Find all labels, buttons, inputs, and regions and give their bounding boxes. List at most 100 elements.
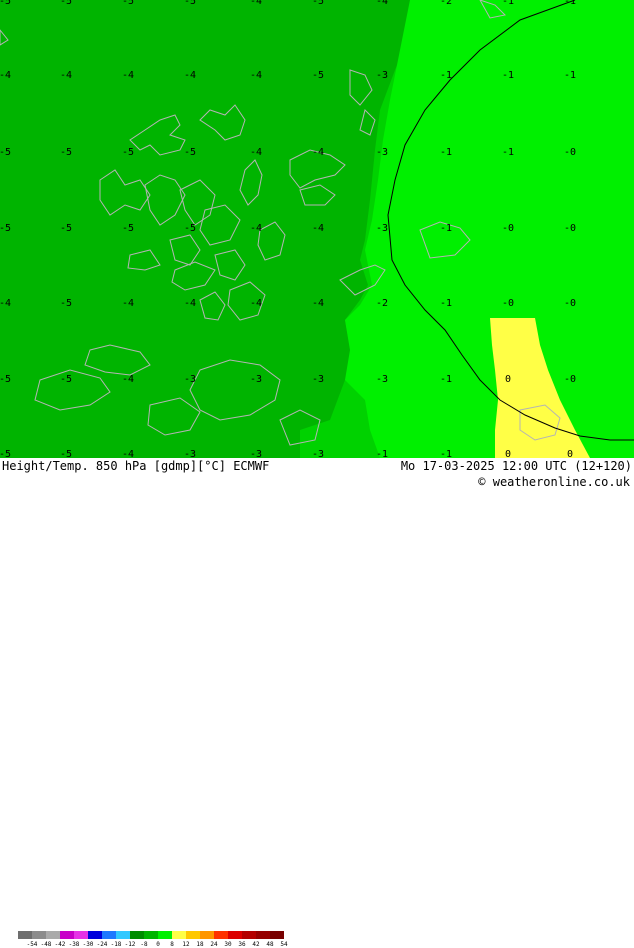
temperature-label: -3	[375, 374, 389, 385]
temperature-label: -4	[249, 223, 263, 234]
temperature-label: -2	[439, 0, 453, 7]
legend-swatch	[88, 931, 102, 939]
legend-swatch	[158, 931, 172, 939]
legend-tick: -54	[26, 941, 38, 948]
temperature-label: -4	[121, 70, 135, 81]
temperature-label: -1	[563, 0, 577, 7]
map-title: Height/Temp. 850 hPa [gdmp][°C] ECMWF	[2, 459, 270, 473]
legend-tick: -30	[82, 941, 94, 948]
temperature-label: -0	[501, 298, 515, 309]
temperature-label: -5	[59, 0, 73, 7]
legend-tick: 8	[170, 941, 174, 948]
temperature-label: -5	[59, 147, 73, 158]
legend-tick: 24	[210, 941, 218, 948]
temperature-label: -1	[439, 223, 453, 234]
legend-swatch	[186, 931, 200, 939]
temperature-label: -5	[0, 0, 12, 7]
temperature-label: -1	[501, 70, 515, 81]
temperature-label: -3	[375, 147, 389, 158]
temperature-label: -0	[563, 147, 577, 158]
temperature-label: -1	[439, 298, 453, 309]
temperature-label: -3	[249, 449, 263, 459]
temperature-label: -3	[311, 374, 325, 385]
temperature-label: -5	[121, 147, 135, 158]
legend-swatch	[130, 931, 144, 939]
temperature-label: -5	[121, 0, 135, 7]
temperature-label: -5	[0, 223, 12, 234]
temperature-label: -4	[249, 147, 263, 158]
temperature-label: -3	[375, 70, 389, 81]
legend-swatch	[18, 931, 32, 939]
temperature-label: -4	[0, 298, 12, 309]
temperature-label: -1	[375, 449, 389, 459]
temperature-label: -5	[183, 147, 197, 158]
weather-map: -5 -5 -5 -5 -4 -5 -4 -2 -1 -1 -4 -4 -4 -4 -4 -5 -3 -1 -1 -1…	[0, 0, 634, 458]
temperature-label: -0	[563, 223, 577, 234]
temperature-label: -5	[0, 449, 12, 459]
color-scale-legend	[18, 931, 284, 939]
legend-swatch	[270, 931, 284, 939]
map-datetime: Mo 17-03-2025 12:00 UTC (12+120)	[400, 459, 632, 473]
temperature-label: -4	[375, 0, 389, 7]
legend-tick: 48	[266, 941, 274, 948]
temperature-label: -4	[121, 374, 135, 385]
temperature-label: -1	[501, 0, 515, 7]
temperature-label: -5	[183, 0, 197, 7]
legend-swatch	[200, 931, 214, 939]
temperature-label: -1	[439, 70, 453, 81]
temperature-label: -3	[183, 449, 197, 459]
temperature-label: -5	[59, 223, 73, 234]
legend-tick: 12	[182, 941, 190, 948]
legend-tick: -42	[54, 941, 66, 948]
legend-tick: -24	[96, 941, 108, 948]
legend-swatch	[74, 931, 88, 939]
temperature-label: -4	[121, 298, 135, 309]
temperature-label: -4	[59, 70, 73, 81]
temperature-label: -3	[375, 223, 389, 234]
temperature-label: -5	[121, 223, 135, 234]
map-footer: Height/Temp. 850 hPa [gdmp][°C] ECMWF Mo…	[0, 458, 634, 948]
legend-swatch	[144, 931, 158, 939]
temperature-label: -0	[563, 298, 577, 309]
temperature-label: -4	[311, 147, 325, 158]
temperature-label: 0	[504, 374, 512, 385]
temperature-label: -4	[249, 70, 263, 81]
legend-swatch	[60, 931, 74, 939]
temperature-label: -5	[311, 70, 325, 81]
temperature-label: -4	[249, 0, 263, 7]
temperature-label: -5	[0, 147, 12, 158]
temperature-label: -0	[563, 374, 577, 385]
temperature-label: -1	[439, 374, 453, 385]
temperature-label: -5	[183, 223, 197, 234]
temperature-label: -1	[439, 449, 453, 459]
legend-swatch	[116, 931, 130, 939]
legend-swatch	[46, 931, 60, 939]
temperature-label: -5	[311, 0, 325, 7]
temperature-label: -4	[183, 70, 197, 81]
legend-tick: -48	[40, 941, 52, 948]
legend-tick: -12	[124, 941, 136, 948]
temperature-label: -5	[59, 374, 73, 385]
credit-text[interactable]: © weatheronline.co.uk	[478, 475, 630, 489]
legend-swatch	[32, 931, 46, 939]
legend-swatch	[214, 931, 228, 939]
legend-swatch	[102, 931, 116, 939]
temperature-label: -0	[501, 223, 515, 234]
temperature-label: -4	[311, 298, 325, 309]
legend-tick: 30	[224, 941, 232, 948]
legend-swatch	[242, 931, 256, 939]
temperature-label: -5	[0, 374, 12, 385]
temperature-label: 0	[566, 449, 574, 459]
legend-tick: 42	[252, 941, 260, 948]
temperature-label: -4	[249, 298, 263, 309]
temperature-label: -3	[183, 374, 197, 385]
legend-tick: 18	[196, 941, 204, 948]
legend-swatch	[256, 931, 270, 939]
temperature-label: -1	[439, 147, 453, 158]
legend-tick: -18	[110, 941, 122, 948]
temperature-label: -4	[311, 223, 325, 234]
legend-tick: -8	[140, 941, 148, 948]
temperature-label: -1	[563, 70, 577, 81]
legend-swatch	[172, 931, 186, 939]
temperature-label: -4	[0, 70, 12, 81]
